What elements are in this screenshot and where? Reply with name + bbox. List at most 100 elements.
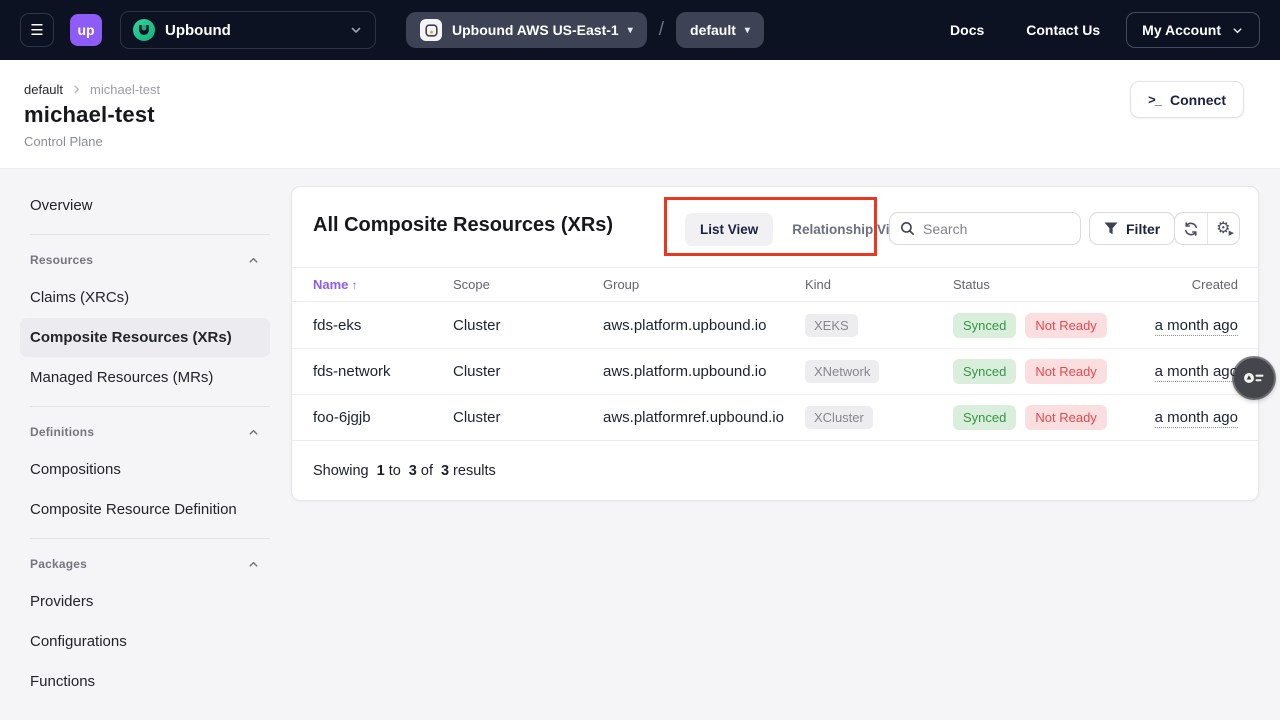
cell-name[interactable]: fds-eks (313, 317, 453, 334)
status-badge-not-ready: Not Ready (1025, 313, 1106, 338)
column-header-status[interactable]: Status (953, 277, 1192, 292)
sidebar-item-composite-resource-definition[interactable]: Composite Resource Definition (20, 490, 270, 529)
docs-link[interactable]: Docs (950, 22, 984, 38)
created-timestamp[interactable]: a month ago (1155, 409, 1238, 428)
filter-button[interactable]: Filter (1089, 212, 1175, 245)
status-badge-synced: Synced (953, 405, 1016, 430)
namespace-name: default (690, 22, 736, 38)
cell-scope: Cluster (453, 317, 603, 334)
cell-group: aws.platform.upbound.io (603, 317, 805, 334)
sidebar-section-resources[interactable]: Resources (20, 244, 270, 278)
page-header: default michael-test michael-test Contro… (0, 60, 1280, 169)
search-icon (900, 221, 915, 236)
chevron-right-icon (71, 84, 82, 95)
namespace-selector[interactable]: default ▾ (676, 12, 764, 48)
list-view-tab[interactable]: List View (685, 213, 773, 246)
terminal-icon: >_ (1148, 92, 1161, 107)
kind-badge: XEKS (805, 314, 858, 337)
hamburger-menu-button[interactable]: ☰ (20, 13, 54, 47)
connect-button[interactable]: >_ Connect (1130, 81, 1244, 118)
column-header-created[interactable]: Created (1192, 277, 1238, 292)
view-toggle: List View Relationship View (685, 213, 914, 246)
filter-funnel-icon (1104, 222, 1118, 235)
chevron-up-icon (247, 558, 260, 571)
sidebar-item-configurations[interactable]: Configurations (20, 622, 270, 661)
sidebar-item-composite-resources[interactable]: Composite Resources (XRs) (20, 318, 270, 357)
section-label: Resources (30, 253, 93, 267)
sidebar-item-providers[interactable]: Providers (20, 582, 270, 621)
top-navbar: ☰ up Upbound Upbound AWS US-East-1 ▾ / d… (0, 0, 1280, 60)
sidebar-item-managed-resources[interactable]: Managed Resources (MRs) (20, 358, 270, 397)
control-plane-group-selector[interactable]: Upbound AWS US-East-1 ▾ (406, 12, 647, 48)
upbound-logo[interactable]: up (70, 14, 102, 46)
navbar-links: Docs Contact Us My Account (908, 12, 1260, 48)
contact-us-link[interactable]: Contact Us (1026, 22, 1100, 38)
organization-selector[interactable]: Upbound (120, 11, 376, 49)
feedback-widget-icon (1243, 369, 1265, 387)
sidebar-section-definitions[interactable]: Definitions (20, 416, 270, 450)
page-subtitle: Control Plane (24, 134, 103, 149)
feedback-widget-button[interactable] (1234, 358, 1274, 398)
chevron-down-icon (349, 23, 363, 37)
sidebar-item-functions[interactable]: Functions (20, 662, 270, 701)
caret-down-icon: ▾ (745, 25, 750, 36)
sidebar-divider (30, 234, 270, 235)
section-label: Definitions (30, 425, 94, 439)
cell-name[interactable]: foo-6jgjb (313, 409, 453, 426)
breadcrumb: default michael-test (24, 82, 160, 97)
cell-group: aws.platform.upbound.io (603, 363, 805, 380)
cell-name[interactable]: fds-network (313, 363, 453, 380)
table-results-summary: Showing 1 to 3 of 3 results (292, 440, 1258, 501)
my-account-button[interactable]: My Account (1126, 12, 1260, 48)
table-row[interactable]: fds-eks Cluster aws.platform.upbound.io … (292, 302, 1258, 348)
cell-scope: Cluster (453, 409, 603, 426)
table-row[interactable]: fds-network Cluster aws.platform.upbound… (292, 348, 1258, 394)
breadcrumb-current: michael-test (90, 82, 160, 97)
search-input[interactable] (923, 221, 1063, 237)
organization-name: Upbound (165, 22, 231, 39)
created-timestamp[interactable]: a month ago (1155, 317, 1238, 336)
play-icon: ▶ (1229, 229, 1234, 237)
created-timestamp[interactable]: a month ago (1155, 363, 1238, 382)
upbound-org-icon (133, 19, 155, 41)
results-to: 3 (409, 463, 417, 479)
my-account-label: My Account (1142, 22, 1221, 38)
column-header-name[interactable]: Name↑ (313, 277, 453, 292)
table-actions-group: ⚙ ▶ (1174, 212, 1240, 245)
cell-group: aws.platformref.upbound.io (603, 409, 805, 426)
page-title: michael-test (24, 102, 155, 128)
column-header-kind[interactable]: Kind (805, 277, 953, 292)
breadcrumb-default[interactable]: default (24, 82, 63, 97)
connect-label: Connect (1170, 92, 1226, 108)
breadcrumb-separator: / (659, 19, 664, 41)
hamburger-icon: ☰ (30, 21, 43, 39)
sidebar-divider (30, 406, 270, 407)
kind-badge: XNetwork (805, 360, 879, 383)
kind-badge: XCluster (805, 406, 873, 429)
logo-text: up (77, 22, 94, 38)
refresh-button[interactable] (1175, 213, 1207, 244)
column-header-group[interactable]: Group (603, 277, 805, 292)
sidebar-item-overview[interactable]: Overview (20, 186, 270, 225)
chevron-up-icon (247, 426, 260, 439)
auto-refresh-settings-button[interactable]: ⚙ ▶ (1207, 213, 1240, 244)
table-row[interactable]: foo-6jgjb Cluster aws.platformref.upboun… (292, 394, 1258, 440)
chevron-up-icon (247, 254, 260, 267)
results-total: 3 (441, 463, 449, 479)
search-box[interactable] (889, 212, 1081, 245)
status-badge-not-ready: Not Ready (1025, 405, 1106, 430)
column-header-scope[interactable]: Scope (453, 277, 603, 292)
chevron-down-icon (1231, 24, 1244, 37)
sidebar-item-claims[interactable]: Claims (XRCs) (20, 278, 270, 317)
refresh-icon (1183, 221, 1199, 237)
section-label: Packages (30, 557, 87, 571)
sidebar-item-compositions[interactable]: Compositions (20, 450, 270, 489)
sidebar-section-packages[interactable]: Packages (20, 548, 270, 582)
sort-ascending-icon: ↑ (351, 278, 357, 292)
sidebar-divider (30, 538, 270, 539)
cell-scope: Cluster (453, 363, 603, 380)
status-badge-not-ready: Not Ready (1025, 359, 1106, 384)
panel-title: All Composite Resources (XRs) (313, 214, 613, 237)
control-plane-icon (420, 19, 442, 41)
composite-resources-panel: All Composite Resources (XRs) List View … (291, 186, 1259, 501)
